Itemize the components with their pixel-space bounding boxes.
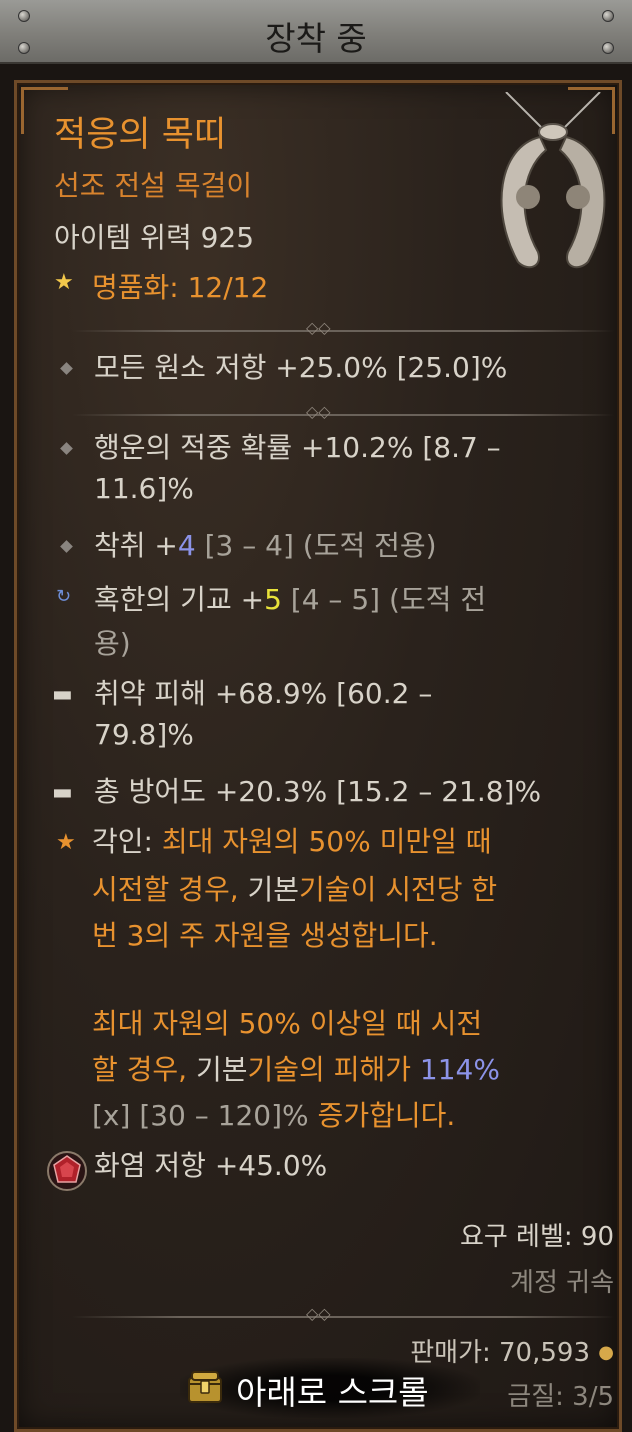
scroll-down-button[interactable]: 아래로 스크롤 <box>236 1366 429 1414</box>
chest-icon[interactable] <box>186 1368 224 1406</box>
divider <box>72 1316 614 1318</box>
socket-stat: 화염 저항 +45.0% <box>94 1149 328 1182</box>
divider <box>72 330 614 332</box>
aspect-line-1: 각인: 최대 자원의 50% 미만일 때 <box>92 825 492 858</box>
skill-rank-icon: ↻ <box>56 586 72 607</box>
gold-coin-icon: ● <box>598 1342 614 1363</box>
affix-lucky-hit: 행운의 적중 확률 +10.2% [8.7 – <box>94 431 501 464</box>
aspect-line-6: [x] [30 – 120]% 증가합니다. <box>92 1099 456 1132</box>
aspect-star-icon: ★ <box>56 830 76 855</box>
anvil-icon: ▬ <box>52 682 73 707</box>
affix-exploit: 착취 +4 [3 – 4] (도적 전용) <box>94 529 437 562</box>
amulet-icon <box>500 92 606 269</box>
affix-vulnerable-cont: 79.8]% <box>94 718 194 751</box>
masterwork-star-icon: ★ <box>54 270 74 295</box>
affix-vulnerable: 취약 피해 +68.9% [60.2 – <box>94 677 433 710</box>
item-power: 아이템 위력 925 <box>54 221 255 254</box>
affix-cold-skill: 혹한의 기교 +5 [4 – 5] (도적 전 <box>94 583 487 616</box>
ruby-gem-icon <box>47 1151 87 1191</box>
affix-cold-skill-value: 5 <box>264 583 282 616</box>
masterwork-rank: 명품화: 12/12 <box>92 271 269 304</box>
equipped-title: 장착 중 <box>265 19 367 58</box>
implicit-stat: 모든 원소 저항 +25.0% [25.0]% <box>94 351 508 384</box>
item-type: 선조 전설 목걸이 <box>54 169 253 202</box>
affix-exploit-value: 4 <box>177 529 196 562</box>
item-name: 적응의 목띠 <box>54 115 227 155</box>
anvil-icon: ▬ <box>52 780 73 805</box>
affix-lucky-hit-cont: 11.6]% <box>94 472 194 505</box>
divider-ornament-icon: ◇◇ <box>306 402 331 421</box>
divider-ornament-icon: ◇◇ <box>306 318 331 337</box>
required-level: 요구 레벨: 90 <box>459 1222 614 1252</box>
aspect-line-3: 번 3의 주 자원을 생성합니다. <box>92 919 438 952</box>
affix-armor: 총 방어도 +20.3% [15.2 – 21.8]% <box>94 775 542 808</box>
affix-cold-skill-cont: 용) <box>94 627 131 660</box>
divider-ornament-icon: ◇◇ <box>306 1304 331 1323</box>
item-quality: 금질: 3/5 <box>507 1382 614 1412</box>
aspect-line-5: 할 경우, 기본기술의 피해가 114% <box>92 1053 500 1086</box>
aspect-line-2: 시전할 경우, 기본기술이 시전당 한 <box>92 873 498 906</box>
equipped-header: 장착 중 <box>0 0 632 64</box>
account-bound: 계정 귀속 <box>510 1268 614 1298</box>
divider <box>72 414 614 416</box>
aspect-line-4: 최대 자원의 50% 이상일 때 시전 <box>92 1007 483 1040</box>
